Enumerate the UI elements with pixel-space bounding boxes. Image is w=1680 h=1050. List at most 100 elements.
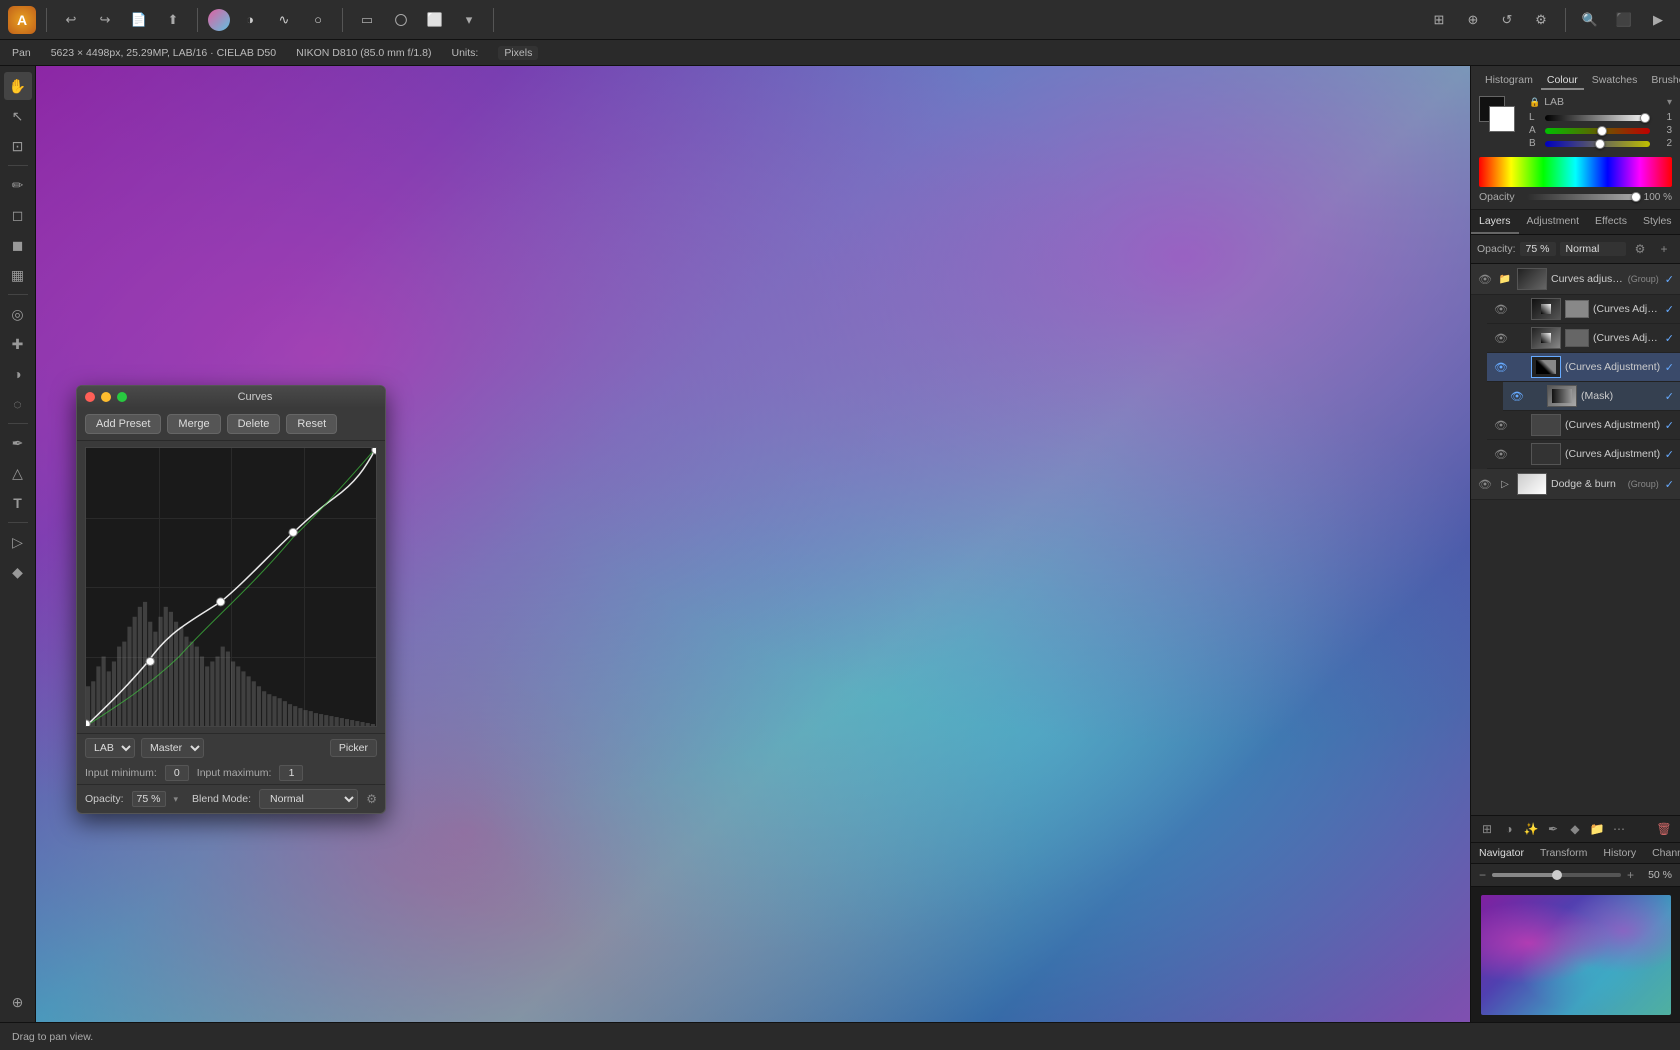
curves-gear-icon[interactable]: ⚙ (366, 792, 377, 806)
pen-tool-btn[interactable]: ✒ (4, 429, 32, 457)
opacity-slider[interactable] (1527, 194, 1638, 200)
lasso-btn[interactable]: 〇 (387, 6, 415, 34)
persona-photo-btn[interactable]: ▶ (1644, 6, 1672, 34)
fill-tool-btn[interactable]: ◼ (4, 231, 32, 259)
dodge-tool-btn[interactable]: ◑ (4, 360, 32, 388)
layer-check-mask[interactable]: ✓ (1665, 390, 1674, 403)
units-select[interactable]: Pixels (498, 46, 538, 60)
opacity-dropdown-arrow[interactable]: ▾ (174, 794, 179, 805)
layer-group-dodge[interactable]: 👁 ▷ Dodge & burn (Group) ✓ (1471, 469, 1680, 500)
layer-row-mask[interactable]: 👁 (Mask) ✓ (1503, 382, 1680, 411)
blend-mode-select[interactable]: Normal (259, 789, 358, 809)
curves-graph[interactable] (85, 447, 377, 727)
input-max-val[interactable]: 1 (279, 765, 303, 781)
eraser-tool-btn[interactable]: ◻ (4, 201, 32, 229)
crop-tool-btn[interactable]: ⊡ (4, 132, 32, 160)
tab-channels[interactable]: Channels (1644, 843, 1680, 863)
layer-check-5[interactable]: ✓ (1665, 448, 1674, 461)
layers-blend-mode[interactable]: Normal (1560, 242, 1626, 256)
levels-btn[interactable]: ◑ (236, 6, 264, 34)
layer-vis-curves-3[interactable]: 👁 (1493, 359, 1509, 375)
shape-tool-btn[interactable]: △ (4, 459, 32, 487)
a-thumb[interactable] (1597, 126, 1607, 136)
more-tools-btn[interactable]: ▾ (455, 6, 483, 34)
color-wheel-btn[interactable] (208, 9, 230, 31)
zoom-slider[interactable] (1492, 873, 1621, 877)
zoom-in-icon[interactable]: + (1627, 868, 1634, 882)
settings-btn[interactable]: ⚙ (1527, 6, 1555, 34)
curves-btn[interactable]: ∿ (270, 6, 298, 34)
brush-tool-btn[interactable]: ✏ (4, 171, 32, 199)
curves-colorspace-select[interactable]: LAB (85, 738, 135, 758)
input-min-val[interactable]: 0 (165, 765, 189, 781)
select-tool-btn[interactable]: ▷ (4, 528, 32, 556)
layer-group-curves[interactable]: 👁 📁 Curves adjustments (Group) ✓ (1471, 264, 1680, 295)
layer-row-curves-3[interactable]: 👁 (Curves Adjustment) ✓ (1487, 353, 1680, 382)
blur-tool-btn[interactable]: ◌ (4, 390, 32, 418)
layer-check-dodge-group[interactable]: ✓ (1665, 478, 1674, 491)
grid-btn[interactable]: ⊞ (1425, 6, 1453, 34)
l-thumb[interactable] (1640, 113, 1650, 123)
tab-adjustment[interactable]: Adjustment (1519, 210, 1588, 234)
layers-delete-btn[interactable]: 🗑 (1654, 819, 1674, 839)
layers-adjust-btn[interactable]: ◑ (1499, 819, 1519, 839)
gradient-tool-btn[interactable]: ▦ (4, 261, 32, 289)
tab-navigator[interactable]: Navigator (1471, 843, 1532, 863)
layer-row-curves-1[interactable]: 👁 (Curves Adjustm ✓ (1487, 295, 1680, 324)
tab-histogram[interactable]: Histogram (1479, 72, 1539, 90)
layer-row-curves-5[interactable]: 👁 (Curves Adjustment) ✓ (1487, 440, 1680, 469)
layer-row-curves-2[interactable]: 👁 (Curves Adjustm ✓ (1487, 324, 1680, 353)
layer-check-2[interactable]: ✓ (1665, 332, 1674, 345)
heal-tool-btn[interactable]: ✚ (4, 330, 32, 358)
undo-btn[interactable]: ↩ (57, 6, 85, 34)
tab-transform[interactable]: Transform (1532, 843, 1595, 863)
minimize-btn[interactable] (101, 392, 111, 402)
layer-vis-curves-1[interactable]: 👁 (1493, 301, 1509, 317)
layer-vis-curves-group[interactable]: 👁 (1477, 271, 1493, 287)
layers-mask-btn[interactable]: ✒ (1543, 819, 1563, 839)
curves-channel-select[interactable]: Master (141, 738, 204, 758)
text-tool-btn[interactable]: T (4, 489, 32, 517)
redo-btn[interactable]: ↪ (91, 6, 119, 34)
curves-picker-btn[interactable]: Picker (330, 739, 377, 757)
background-swatch[interactable] (1489, 106, 1515, 132)
layer-vis-mask[interactable]: 👁 (1509, 388, 1525, 404)
marquee-btn[interactable]: ▭ (353, 6, 381, 34)
tab-layers[interactable]: Layers (1471, 210, 1519, 234)
white-balance-btn[interactable]: ○ (304, 6, 332, 34)
layers-group-btn[interactable]: ⊞ (1477, 819, 1497, 839)
layer-vis-curves-4[interactable]: 👁 (1493, 417, 1509, 433)
l-slider[interactable] (1545, 115, 1650, 121)
tab-swatches[interactable]: Swatches (1586, 72, 1644, 90)
transform-btn[interactable]: ⬜ (421, 6, 449, 34)
layer-check-curves-group[interactable]: ✓ (1665, 273, 1674, 286)
history-btn[interactable]: ↺ (1493, 6, 1521, 34)
search-btn[interactable]: 🔍 (1576, 6, 1604, 34)
move-tool-btn[interactable]: ↖ (4, 102, 32, 130)
merge-btn[interactable]: Merge (167, 414, 220, 434)
node-tool-btn[interactable]: ◆ (4, 558, 32, 586)
reset-btn[interactable]: Reset (286, 414, 337, 434)
add-preset-btn[interactable]: Add Preset (85, 414, 161, 434)
layers-fx-btn[interactable]: ✨ (1521, 819, 1541, 839)
color-spectrum[interactable] (1479, 157, 1672, 187)
curves-opacity-val[interactable]: 75 % (132, 791, 166, 807)
zoom-thumb[interactable] (1552, 870, 1562, 880)
snapping-btn[interactable]: ⊕ (1459, 6, 1487, 34)
layer-row-curves-4[interactable]: 👁 (Curves Adjustment) ✓ (1487, 411, 1680, 440)
b-thumb[interactable] (1595, 139, 1605, 149)
layers-folder-btn[interactable]: 📁 (1587, 819, 1607, 839)
clone-tool-btn[interactable]: ◎ (4, 300, 32, 328)
pan-tool-btn[interactable]: ✋ (4, 72, 32, 100)
color-mode-expand[interactable]: ▾ (1667, 97, 1672, 108)
layers-settings-btn[interactable]: ⚙ (1630, 239, 1650, 259)
layers-node-btn[interactable]: ◆ (1565, 819, 1585, 839)
maximize-btn[interactable] (117, 392, 127, 402)
tab-colour[interactable]: Colour (1541, 72, 1584, 90)
layer-vis-curves-5[interactable]: 👁 (1493, 446, 1509, 462)
zoom-out-icon[interactable]: − (1479, 868, 1486, 882)
layer-check-4[interactable]: ✓ (1665, 419, 1674, 432)
document-btn[interactable]: 📄 (125, 6, 153, 34)
opacity-thumb[interactable] (1631, 192, 1641, 202)
share-btn[interactable]: ⬆ (159, 6, 187, 34)
